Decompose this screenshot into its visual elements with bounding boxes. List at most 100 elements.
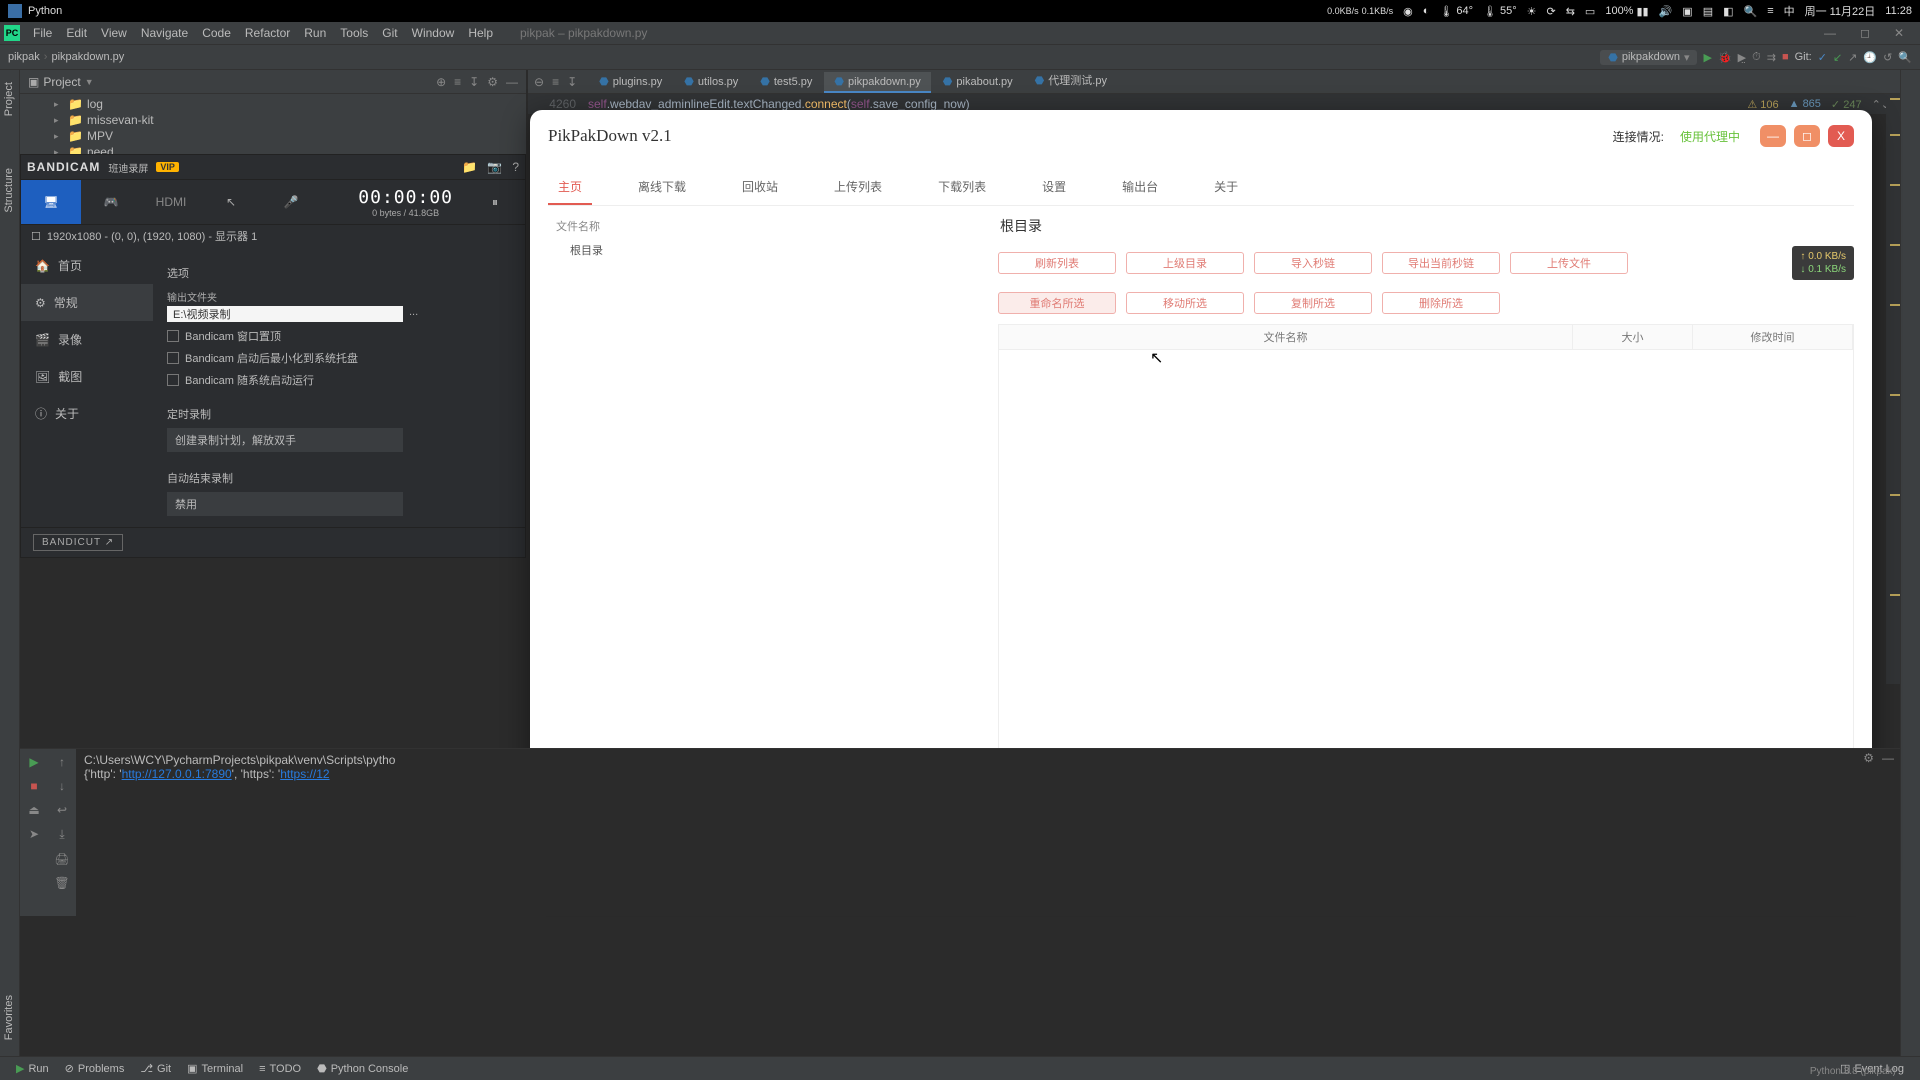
inspection-warnings[interactable]: ⚠ 106 <box>1747 98 1778 111</box>
editor-tab[interactable]: ⬣utilos.py <box>674 72 748 93</box>
output-folder-input[interactable] <box>167 306 403 322</box>
app-minimize-button[interactable]: — <box>1760 125 1786 147</box>
os-search-icon[interactable]: 🔍 <box>1744 5 1758 18</box>
expand-icon[interactable]: ≡ <box>454 75 461 89</box>
editor-tab-active[interactable]: ⬣pikpakdown.py <box>824 72 930 93</box>
os-menu-icon[interactable]: ≡ <box>1767 5 1773 17</box>
btn-refresh[interactable]: 刷新列表 <box>998 252 1116 274</box>
breadcrumb-file[interactable]: pikpakdown.py <box>51 51 124 63</box>
menu-navigate[interactable]: Navigate <box>134 26 195 40</box>
print-icon[interactable]: 🖨 <box>54 852 69 866</box>
nav-down-icon[interactable]: ↧ <box>567 75 577 89</box>
debug-icon[interactable]: 🐞 <box>1718 51 1732 64</box>
os-weather-icon[interactable]: ☀ <box>1527 5 1537 18</box>
col-mtime[interactable]: 修改时间 <box>1693 325 1853 349</box>
editor-minimap[interactable] <box>1886 94 1900 684</box>
tool-tab-structure[interactable]: Structure <box>0 162 18 219</box>
camera-icon[interactable]: 📷 <box>487 160 502 174</box>
autoend-box[interactable]: 禁用 <box>167 492 403 516</box>
status-todo[interactable]: ≡ TODO <box>251 1063 309 1075</box>
output-link[interactable]: https://12 <box>280 767 329 781</box>
nav-back-icon[interactable]: ⊖ <box>534 75 544 89</box>
editor-tab[interactable]: ⬣pikabout.py <box>933 72 1023 93</box>
output-link[interactable]: http://127.0.0.1:7890 <box>122 767 232 781</box>
sidebar-about[interactable]: ⓘ关于 <box>21 395 153 432</box>
mode-game[interactable]: 🎮 <box>81 180 141 224</box>
project-label[interactable]: Project <box>43 75 80 89</box>
btn-up-dir[interactable]: 上级目录 <box>1126 252 1244 274</box>
menu-view[interactable]: View <box>94 26 134 40</box>
stop-icon[interactable]: ■ <box>30 779 37 793</box>
sidebar-home[interactable]: 🏠首页 <box>21 247 153 284</box>
os-sync-icon[interactable]: ⇆ <box>1566 5 1575 18</box>
btn-export-link[interactable]: 导出当前秒链 <box>1382 252 1500 274</box>
interpreter-indicator[interactable]: Python 3.8 (pikpak) <box>1810 1066 1896 1077</box>
maximize-icon[interactable]: ◻ <box>1848 26 1882 40</box>
chevron-down-icon[interactable]: ▼ <box>85 77 94 87</box>
menu-edit[interactable]: Edit <box>59 26 94 40</box>
minimize-icon[interactable]: — <box>1812 26 1848 40</box>
menu-window[interactable]: Window <box>405 26 462 40</box>
os-indicator-icon[interactable]: ◐ <box>1423 5 1430 17</box>
tab-output[interactable]: 输出台 <box>1112 170 1168 205</box>
tab-about[interactable]: 关于 <box>1204 170 1248 205</box>
sidebar-image[interactable]: 🖼截图 <box>21 358 153 395</box>
btn-copy[interactable]: 复制所选 <box>1254 292 1372 314</box>
os-tray-icon[interactable]: ▤ <box>1703 5 1713 18</box>
rerun-icon[interactable]: ▶ <box>29 755 38 769</box>
menu-git[interactable]: Git <box>375 26 404 40</box>
btn-delete[interactable]: 删除所选 <box>1382 292 1500 314</box>
os-display-icon[interactable]: ▭ <box>1585 5 1595 18</box>
tab-recycle[interactable]: 回收站 <box>732 170 788 205</box>
os-tray-icon[interactable]: ▣ <box>1682 5 1692 18</box>
mode-mic[interactable]: 🎤 <box>261 180 321 224</box>
exit-icon[interactable]: ⏏ <box>28 803 39 817</box>
breadcrumb-root[interactable]: pikpak <box>8 51 40 63</box>
menu-help[interactable]: Help <box>461 26 500 40</box>
editor-tab[interactable]: ⬣plugins.py <box>589 72 672 93</box>
status-terminal[interactable]: ▣ Terminal <box>179 1062 251 1075</box>
tab-upload-list[interactable]: 上传列表 <box>824 170 892 205</box>
os-sync-icon[interactable]: ⟳ <box>1546 5 1555 18</box>
os-ime-icon[interactable]: 中 <box>1784 3 1795 19</box>
tab-home[interactable]: 主页 <box>548 170 592 205</box>
editor-tab[interactable]: ⬣test5.py <box>750 72 822 93</box>
stop-icon[interactable]: ■ <box>1782 51 1789 63</box>
bandicut-link[interactable]: BANDICUT ↗ <box>33 534 123 551</box>
git-commit-icon[interactable]: ↙ <box>1833 51 1842 64</box>
help-icon[interactable]: ? <box>512 160 519 174</box>
col-filename[interactable]: 文件名称 <box>999 325 1573 349</box>
git-update-icon[interactable]: ✓ <box>1818 51 1827 64</box>
run-icon[interactable]: ▶ <box>1703 51 1711 64</box>
record-button[interactable]: ⏸ <box>465 180 525 224</box>
sidebar-general[interactable]: ⚙常规 <box>21 284 153 321</box>
btn-import-link[interactable]: 导入秒链 <box>1254 252 1372 274</box>
chk-on-top[interactable]: Bandicam 窗口置顶 <box>167 328 511 344</box>
settings-icon[interactable]: ⚙ <box>487 75 498 89</box>
profile-icon[interactable]: ⏱ <box>1752 51 1761 64</box>
checkbox-icon[interactable]: ☐ <box>31 230 41 243</box>
btn-rename[interactable]: 重命名所选 <box>998 292 1116 314</box>
hide-icon[interactable]: — <box>506 75 518 89</box>
btn-upload[interactable]: 上传文件 <box>1510 252 1628 274</box>
status-run[interactable]: ▶Run <box>8 1062 57 1075</box>
search-everywhere-icon[interactable]: 🔍 <box>1898 51 1912 64</box>
tool-tab-favorites[interactable]: Favorites <box>0 989 18 1046</box>
os-volume-icon[interactable]: 🔊 <box>1659 5 1673 18</box>
col-size[interactable]: 大小 <box>1573 325 1693 349</box>
up-icon[interactable]: ↑ <box>59 755 65 769</box>
scroll-end-icon[interactable]: ⤓ <box>59 827 64 842</box>
menu-run[interactable]: Run <box>297 26 333 40</box>
tab-settings[interactable]: 设置 <box>1032 170 1076 205</box>
inspection-typos[interactable]: ✓ 247 <box>1831 98 1862 111</box>
os-tray-icon[interactable]: ◧ <box>1723 5 1733 18</box>
git-history-icon[interactable]: 🕘 <box>1863 51 1877 64</box>
tree-root-item[interactable]: 根目录 <box>548 240 980 260</box>
mode-device[interactable]: HDMI <box>141 180 201 224</box>
btn-move[interactable]: 移动所选 <box>1126 292 1244 314</box>
project-tree[interactable]: ▸📁log ▸📁missevan-kit ▸📁MPV ▸📁need <box>20 94 526 154</box>
inspection-hints[interactable]: ▲ 865 <box>1789 98 1821 111</box>
sidebar-video[interactable]: 🎬录像 <box>21 321 153 358</box>
mode-cursor[interactable]: ↖ <box>201 180 261 224</box>
down-icon[interactable]: ↓ <box>59 779 65 793</box>
